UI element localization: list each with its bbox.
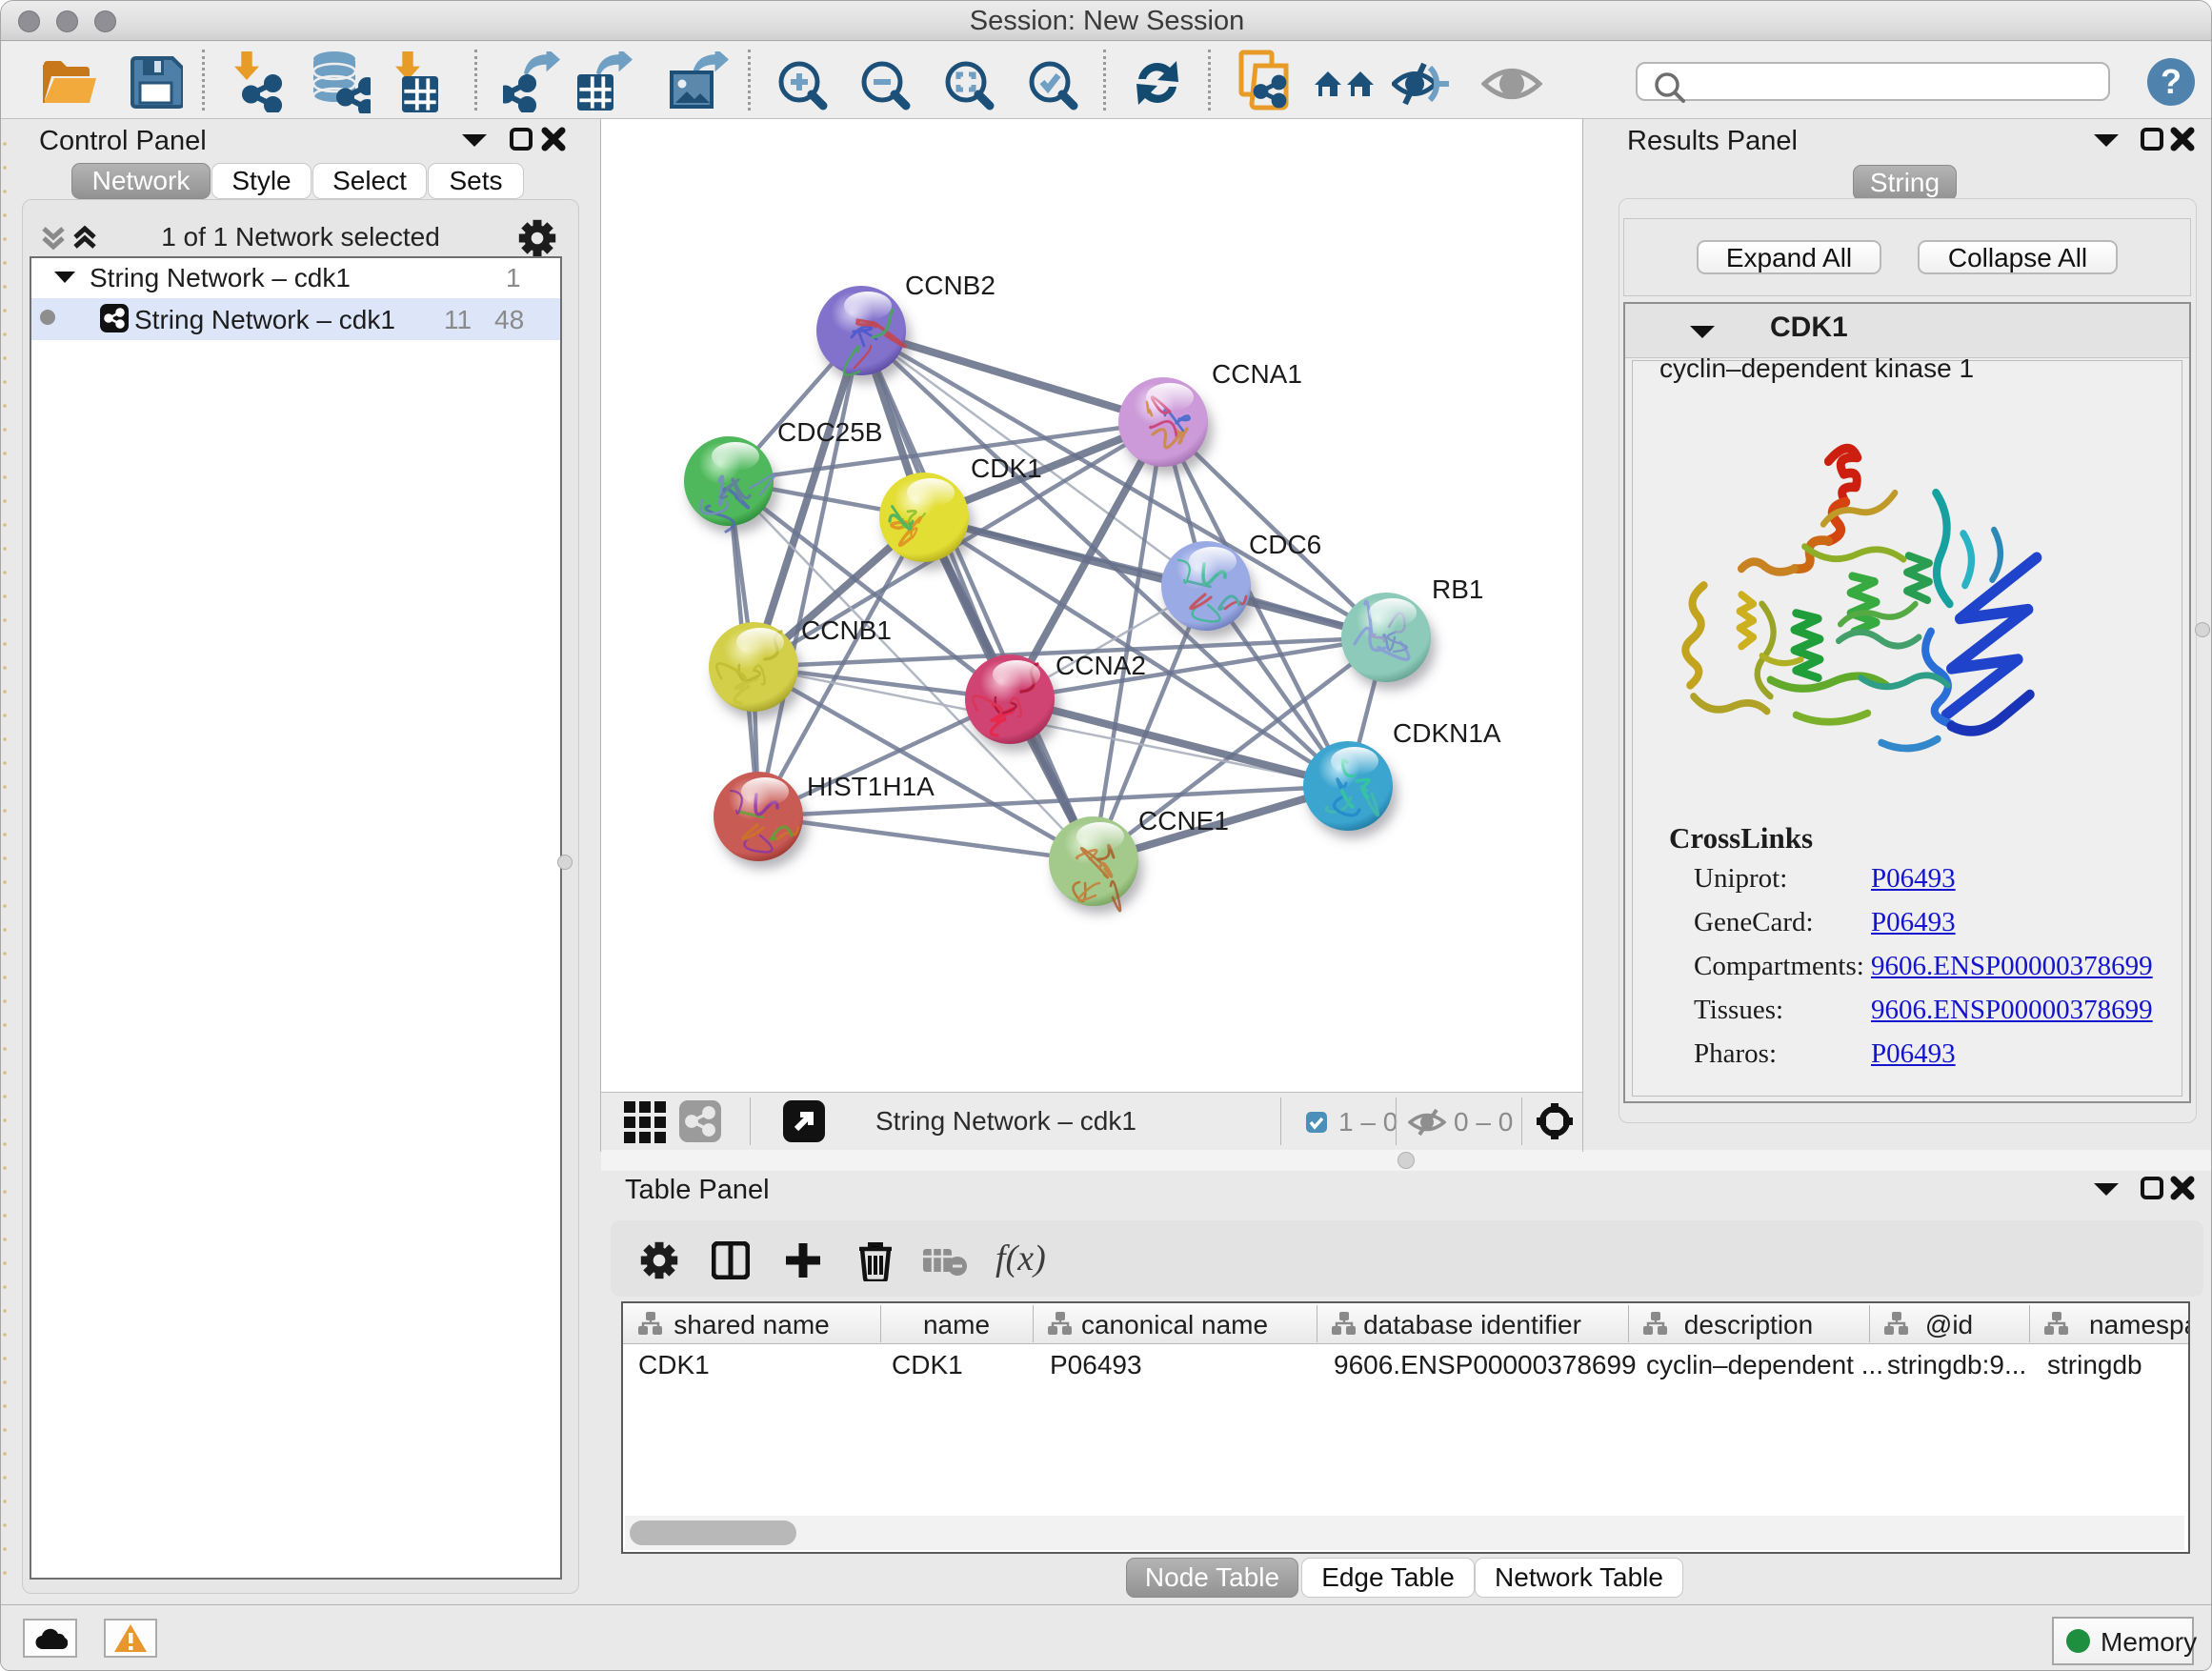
svg-text:CDK1: CDK1: [971, 453, 1042, 483]
svg-text:CDKN1A: CDKN1A: [1393, 718, 1501, 748]
svg-text:CCNA2: CCNA2: [1056, 651, 1146, 680]
svg-text:CDC6: CDC6: [1249, 530, 1321, 559]
svg-text:CCNB2: CCNB2: [905, 271, 995, 300]
svg-text:RB1: RB1: [1432, 574, 1483, 604]
svg-text:CCNE1: CCNE1: [1138, 806, 1229, 836]
svg-text:CCNA1: CCNA1: [1212, 359, 1302, 389]
svg-text:HIST1H1A: HIST1H1A: [807, 772, 935, 801]
svg-text:?: ?: [2161, 62, 2182, 101]
svg-text:CDC25B: CDC25B: [777, 417, 882, 447]
svg-text:CCNB1: CCNB1: [801, 615, 892, 645]
